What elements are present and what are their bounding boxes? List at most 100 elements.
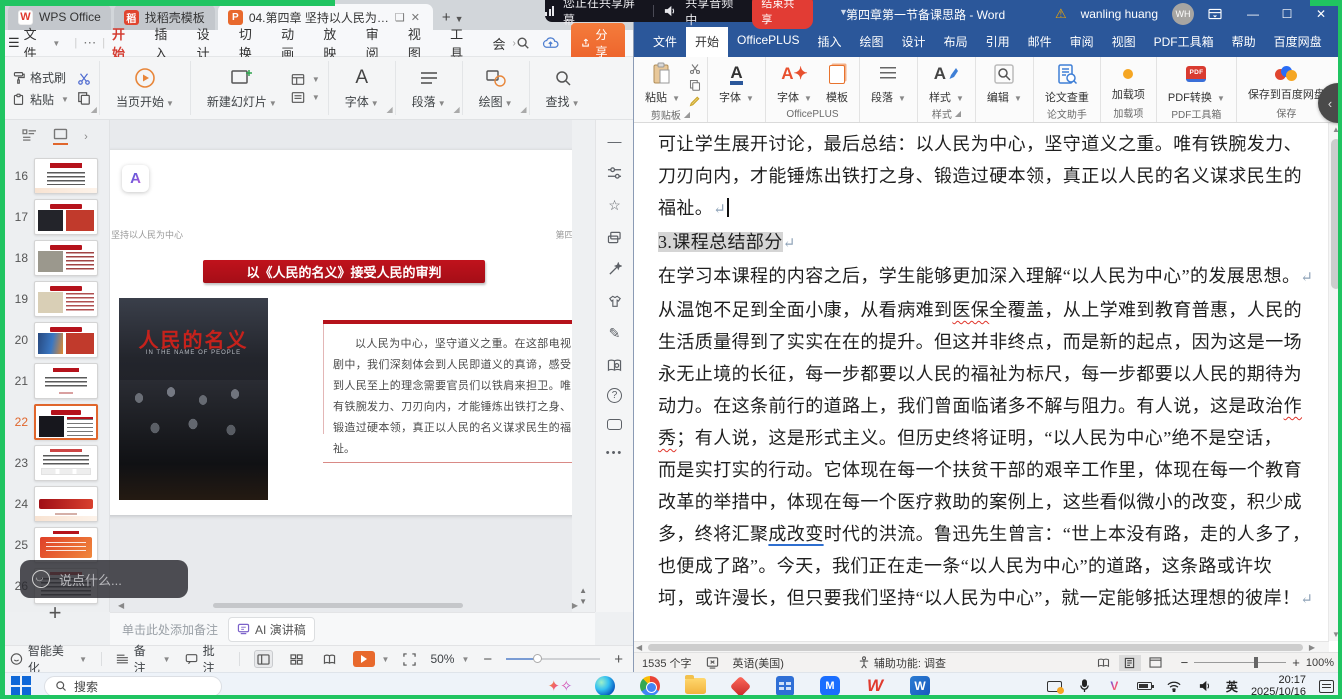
file-explorer-icon[interactable] — [683, 674, 707, 698]
zoom-in-button[interactable]: + — [614, 651, 623, 668]
paragraph-button[interactable]: 段落▼ — [404, 64, 454, 112]
meeting-app-icon[interactable]: M — [818, 674, 842, 698]
word-tab-11[interactable]: PDF工具箱 — [1145, 27, 1223, 57]
zoom-slider-knob[interactable] — [1254, 657, 1258, 668]
normal-view-icon[interactable] — [254, 650, 273, 668]
fullscreen-icon[interactable] — [403, 653, 416, 666]
word-tab-1[interactable]: 开始 — [686, 27, 728, 57]
dialog-launcher-icon[interactable]: ◢ — [91, 105, 97, 114]
doc-line-11[interactable]: 而是实打实的行动。它体现在每一个扶贫干部的艰辛工作里，体现在每一个教育 — [658, 454, 1305, 486]
slide-title-banner[interactable]: 以《人民的名义》接受人民的审判 — [203, 260, 485, 283]
slide-thumb-image[interactable] — [34, 281, 98, 317]
doc-line-15[interactable]: 坷，或许漫长，但只要我们坚持“以人民为中心”，就一定能够抵达理想的彼岸！↵ — [658, 582, 1305, 616]
account-name[interactable]: wanling huang — [1081, 7, 1158, 21]
beautify-wand-icon[interactable] — [606, 260, 624, 278]
maximize-button[interactable]: ☐ — [1270, 7, 1304, 21]
wifi-icon[interactable] — [1166, 678, 1183, 695]
meeting-tray-icon[interactable]: V — [1106, 678, 1123, 695]
slide-thumb-image[interactable] — [34, 322, 98, 358]
collapse-icon[interactable]: — — [606, 132, 624, 150]
scroll-down-arrow-icon[interactable]: ▼ — [1329, 630, 1342, 639]
pdf-convert-button[interactable]: PDF PDF转换 ▼ — [1163, 60, 1230, 106]
calculator-icon[interactable] — [773, 674, 797, 698]
notes-toggle-button[interactable]: 备注▼ — [116, 642, 171, 676]
notification-center-icon[interactable] — [1319, 680, 1334, 693]
word-tab-13[interactable]: 百度网盘 — [1265, 27, 1331, 57]
paste-button[interactable]: 粘贴 ▼ — [640, 60, 685, 106]
word-count[interactable]: 1535 个字 — [642, 655, 692, 671]
word-horizontal-scrollbar[interactable]: ◀ ▶ — [634, 641, 1329, 652]
slide-thumb-image[interactable] — [34, 158, 98, 194]
word-taskbar-icon[interactable]: W — [908, 674, 932, 698]
ribbon-display-options-icon[interactable] — [1208, 8, 1222, 20]
doc-line-1[interactable]: 可让学生展开讨论，最后总结：以人民为中心，坚守道义之重。唯有铁腕发力、 — [658, 128, 1305, 160]
doc-line-5[interactable]: 在学习本课程的内容之后，学生能够更加深入理解“以人民为中心”的发展思想。↵ — [658, 260, 1305, 294]
slideshow-button[interactable]: ▼ — [353, 651, 390, 667]
slide-canvas[interactable]: 坚持以人民为中心 第四章 坚持 以《人民的名义》接受人民的审判 人民的名义 IN… — [110, 120, 572, 612]
start-button[interactable] — [10, 675, 32, 697]
doc-line-8[interactable]: 永无止境的长征，每一步都要以人民的福祉为标尺，每一步都要以人民的期待为 — [658, 358, 1305, 390]
zoom-out-button[interactable]: − — [1181, 655, 1189, 670]
slide-thumbnail-24[interactable]: 24 — [0, 486, 110, 522]
new-slide-button[interactable]: 新建幻灯片▼ — [199, 64, 285, 112]
cut-icon[interactable] — [77, 72, 91, 86]
save-to-pan-button[interactable]: 保存到百度网盘 — [1243, 60, 1330, 102]
movie-poster-image[interactable]: 人民的名义 IN THE NAME OF PEOPLE — [119, 298, 268, 500]
doc-line-4[interactable]: 3.课程总结部分↵ — [658, 226, 1305, 260]
doc-line-3[interactable]: 福祉。↵ — [658, 192, 1305, 226]
styles-button[interactable]: A 样式 ▼ — [924, 60, 969, 106]
paragraph-button[interactable]: 段落 ▼ — [866, 60, 911, 106]
edge-icon[interactable] — [593, 674, 617, 698]
doc-line-10[interactable]: 秀；有人说，这是形式主义。但历史终将证明，“以人民为中心”绝不是空话， — [658, 422, 1305, 454]
dialog-launcher-icon[interactable]: ◢ — [684, 110, 690, 119]
doc-line-9[interactable]: 动力。在这条前行的道路上，我们曾面临诸多不解与阻力。有人说，这是政治作 — [658, 390, 1305, 422]
addins-button[interactable]: 加载项 — [1107, 60, 1150, 102]
favorites-star-icon[interactable]: ☆ — [606, 196, 624, 214]
comments-button[interactable]: 批注 — [185, 642, 225, 676]
doc-line-14[interactable]: 也便成了路”。今天，我们正在走一条“以人民为中心”的道路，这条路或许坎 — [658, 550, 1305, 582]
paper-check-button[interactable]: 论文查重 — [1040, 60, 1094, 106]
word-tab-10[interactable]: 视图 — [1103, 27, 1145, 57]
stop-share-button[interactable]: 结束共享 — [752, 0, 813, 29]
smart-pen-icon[interactable]: ✎ — [606, 324, 624, 342]
read-mode-icon[interactable] — [1093, 655, 1115, 671]
cut-icon[interactable] — [689, 63, 701, 75]
meeting-comment-overlay[interactable]: 说点什么... — [20, 560, 188, 598]
doc-line-12[interactable]: 改革的举措中，体现在每一个医疗救助的案例上，这些看似微小的改变，积少成 — [658, 486, 1305, 518]
scroll-left-arrow-icon[interactable]: ◀ — [118, 601, 124, 610]
word-tab-5[interactable]: 设计 — [893, 27, 935, 57]
wps-menu-item-9[interactable]: 会 — [491, 30, 506, 57]
template-button[interactable]: 模板 — [821, 60, 853, 106]
slide-thumb-image[interactable] — [34, 486, 98, 522]
slide-text-box[interactable]: 以人民为中心，坚守道义之重。在这部电视剧中，我们深刻体会到人民即道义的真谛，感受… — [323, 320, 572, 460]
ime-indicator[interactable]: 英 — [1226, 678, 1238, 695]
slide-thumbnail-16[interactable]: 16 — [0, 158, 110, 194]
slide-thumbnail-21[interactable]: 21 — [0, 363, 110, 399]
current-slide[interactable]: 坚持以人民为中心 第四章 坚持 以《人民的名义》接受人民的审判 人民的名义 IN… — [110, 150, 572, 515]
settings-sliders-icon[interactable] — [606, 164, 624, 182]
draw-button[interactable]: 绘图▼ — [471, 64, 521, 112]
format-painter-icon[interactable] — [689, 95, 701, 107]
doc-line-7[interactable]: 生活质量得到了实实在在的提升。但这并非终点，而是新的起点，因为这是一场 — [658, 326, 1305, 358]
word-tab-4[interactable]: 绘图 — [851, 27, 893, 57]
taskbar-search[interactable]: 搜索 — [44, 676, 222, 697]
wps-taskbar-icon[interactable]: W — [863, 674, 887, 698]
slide-thumb-image[interactable] — [34, 404, 98, 440]
word-tab-8[interactable]: 邮件 — [1019, 27, 1061, 57]
notes-placeholder[interactable]: 单击此处添加备注 — [122, 621, 218, 638]
dialog-launcher-icon[interactable]: ◢ — [453, 105, 459, 114]
copilot-sparkle-icon[interactable]: ✦✧ — [548, 674, 572, 698]
search-icon[interactable] — [516, 36, 530, 50]
minimize-button[interactable]: — — [1236, 7, 1270, 21]
slide-thumbnail-23[interactable]: 23 — [0, 445, 110, 481]
word-tab-6[interactable]: 布局 — [935, 27, 977, 57]
scroll-up-arrow-icon[interactable]: ▲ — [1329, 125, 1342, 134]
clock[interactable]: 20:17 2025/10/16 — [1251, 674, 1306, 698]
zoom-out-button[interactable]: − — [483, 651, 492, 668]
slide-thumb-image[interactable] — [34, 199, 98, 235]
accessibility-status[interactable]: 辅助功能: 调查 — [858, 655, 946, 671]
doc-line-13[interactable]: 多，终将汇聚成改变时代的洪流。鲁迅先生曾言：“世上本没有路，走的人多了， — [658, 518, 1305, 550]
speaker-icon[interactable] — [1196, 678, 1213, 695]
word-tab-0[interactable]: 文件 — [644, 27, 686, 57]
smart-beautify-button[interactable]: 智能美化▼ — [10, 642, 87, 676]
